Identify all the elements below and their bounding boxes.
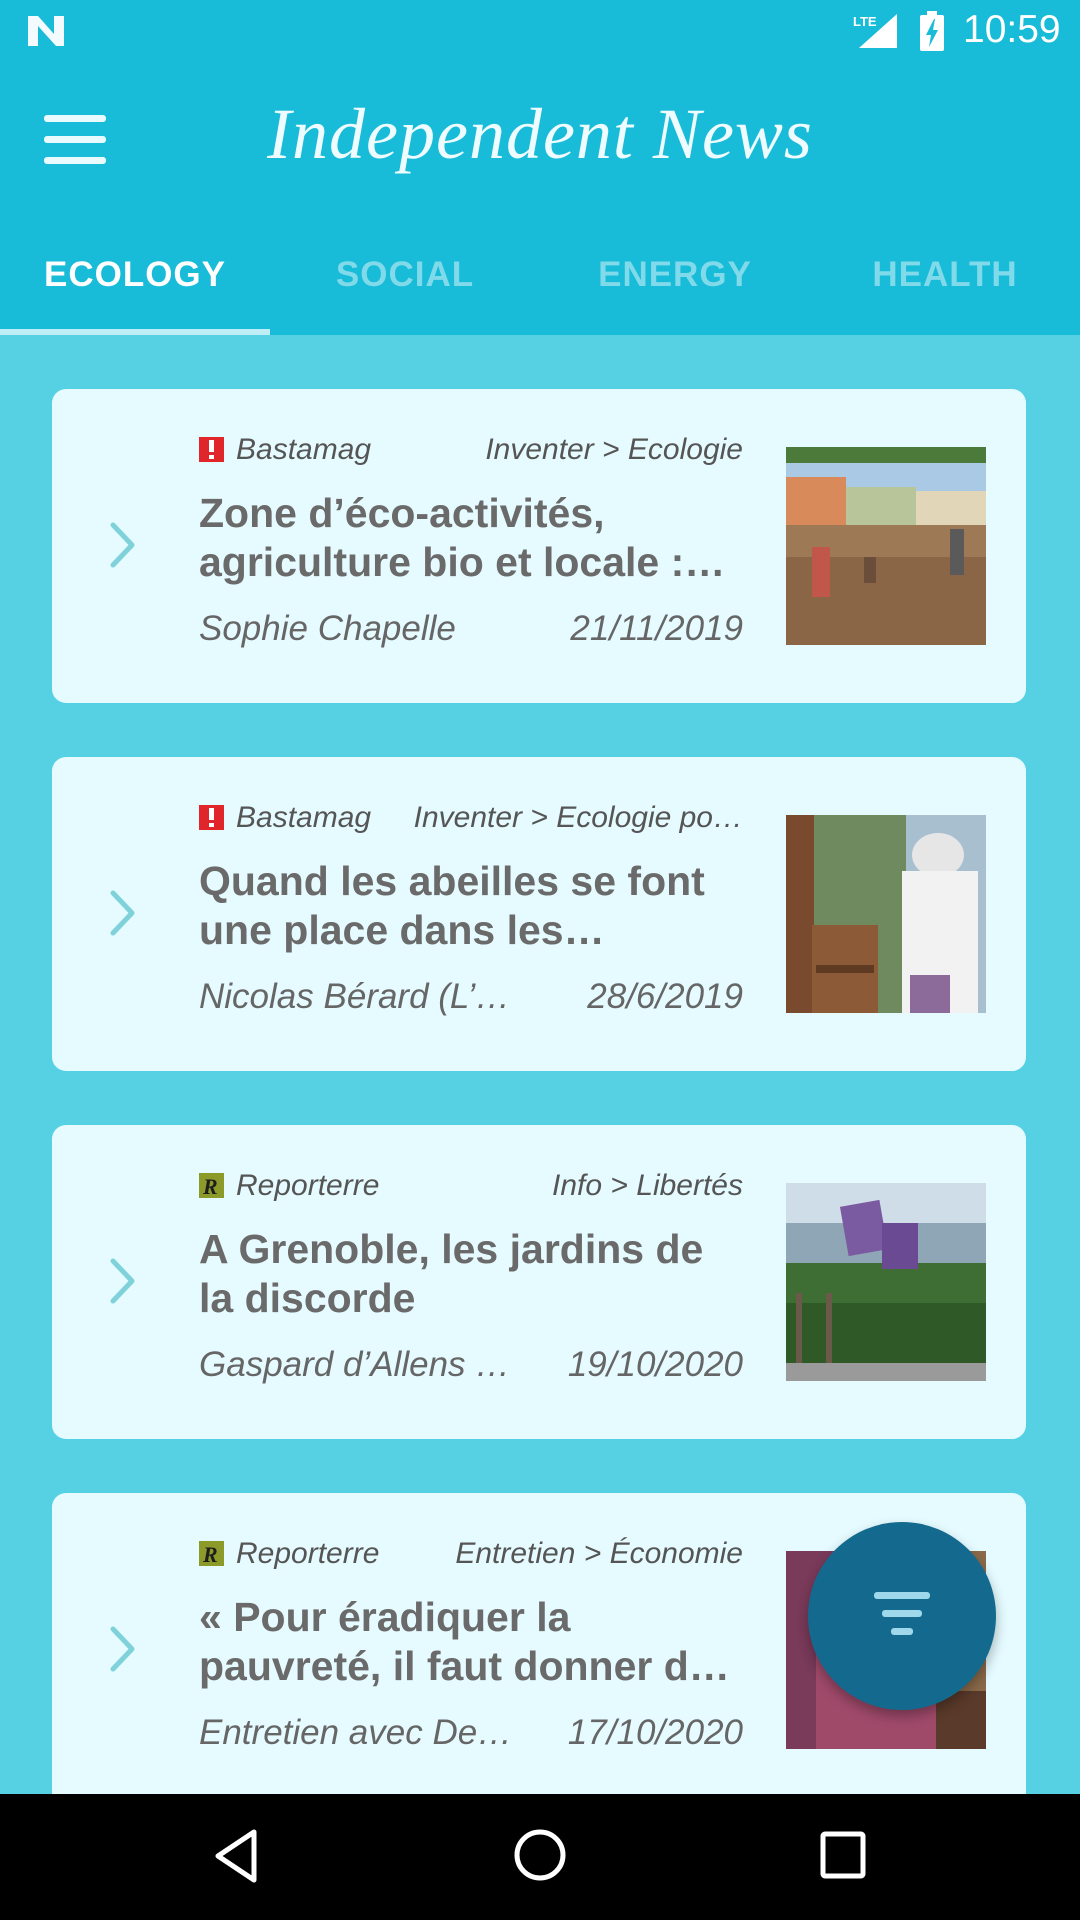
back-icon[interactable]: [212, 1828, 260, 1884]
system-nav-bar: [0, 1794, 1080, 1920]
article-date: 28/6/2019: [587, 977, 743, 1016]
category-tabs: ECOLOGY SOCIAL ENERGY HEALTH: [0, 235, 1080, 335]
status-time: 10:59: [963, 8, 1061, 51]
article-source: Reporterre: [236, 1537, 380, 1570]
reporterre-icon: R: [199, 1173, 224, 1198]
article-section: Entretien > Économie: [455, 1537, 743, 1570]
article-meta: R Reporterre Info > Libertés: [199, 1169, 743, 1209]
tab-health[interactable]: HEALTH: [810, 235, 1080, 335]
article-title[interactable]: « Pour éradiquer la pauvreté, il faut do…: [199, 1593, 747, 1691]
article-source: Bastamag: [236, 433, 372, 466]
article-meta: R Reporterre Entretien > Économie: [199, 1537, 743, 1577]
article-section: Info > Libertés: [552, 1169, 743, 1202]
article-author: Gaspard d’Allens …: [199, 1345, 511, 1384]
article-byline: Sophie Chapelle 21/11/2019: [199, 609, 743, 653]
chevron-right-icon: [110, 890, 135, 936]
article-source: Bastamag: [236, 801, 372, 834]
article-title[interactable]: A Grenoble, les jardins de la discorde: [199, 1225, 747, 1323]
article-byline: Gaspard d’Allens … 19/10/2020: [199, 1345, 743, 1389]
article-date: 21/11/2019: [570, 609, 743, 648]
chevron-right-icon: [110, 1258, 135, 1304]
article-section: Inventer > Ecologie po…: [413, 801, 743, 834]
bastamag-icon: [199, 805, 224, 830]
article-card[interactable]: Bastamag Inventer > Ecologie Zone d’éco-…: [52, 389, 1026, 703]
battery-charging-icon: [920, 11, 944, 51]
n-logo-icon: [28, 16, 64, 46]
reporterre-icon: R: [199, 1541, 224, 1566]
article-section: Inventer > Ecologie: [485, 433, 743, 466]
article-author: Sophie Chapelle: [199, 609, 456, 648]
article-author: Entretien avec De…: [199, 1713, 513, 1752]
svg-text:R: R: [202, 1174, 218, 1198]
app-title: Independent News: [267, 94, 813, 174]
beekeeper-photo: [786, 815, 986, 1013]
article-card[interactable]: Bastamag Inventer > Ecologie po… Quand l…: [52, 757, 1026, 1071]
article-card[interactable]: R Reporterre Info > Libertés A Grenoble,…: [52, 1125, 1026, 1439]
home-icon[interactable]: [513, 1828, 567, 1882]
article-title[interactable]: Zone d’éco-activités, agriculture bio et…: [199, 489, 747, 587]
chevron-right-icon: [110, 522, 135, 568]
article-meta: Bastamag Inventer > Ecologie: [199, 433, 743, 473]
article-meta: Bastamag Inventer > Ecologie po…: [199, 801, 743, 841]
network-type-label: LTE: [853, 14, 877, 29]
article-byline: Entretien avec De… 17/10/2020: [199, 1713, 743, 1757]
app-bar: Independent News ECOLOGY SOCIAL ENERGY H…: [0, 63, 1080, 335]
article-source: Reporterre: [236, 1169, 380, 1202]
bastamag-icon: [199, 437, 224, 462]
article-title[interactable]: Quand les abeilles se font une place dan…: [199, 857, 747, 955]
tab-energy[interactable]: ENERGY: [540, 235, 810, 335]
filter-fab-button[interactable]: [808, 1522, 996, 1710]
recents-icon[interactable]: [820, 1831, 866, 1879]
tab-ecology[interactable]: ECOLOGY: [0, 235, 270, 335]
gardeners-field-photo: [786, 447, 986, 645]
tab-social[interactable]: SOCIAL: [270, 235, 540, 335]
garden-signs-photo: [786, 1183, 986, 1381]
article-date: 19/10/2020: [567, 1345, 743, 1384]
article-date: 17/10/2020: [567, 1713, 743, 1752]
article-byline: Nicolas Bérard (L’â… 28/6/2019: [199, 977, 743, 1021]
filter-icon: [874, 1592, 930, 1635]
article-author: Nicolas Bérard (L’â…: [199, 977, 519, 1016]
svg-text:R: R: [202, 1542, 218, 1566]
status-bar: LTE 10:59: [0, 0, 1080, 63]
lte-signal-icon: LTE: [853, 14, 897, 48]
chevron-right-icon: [110, 1626, 135, 1672]
